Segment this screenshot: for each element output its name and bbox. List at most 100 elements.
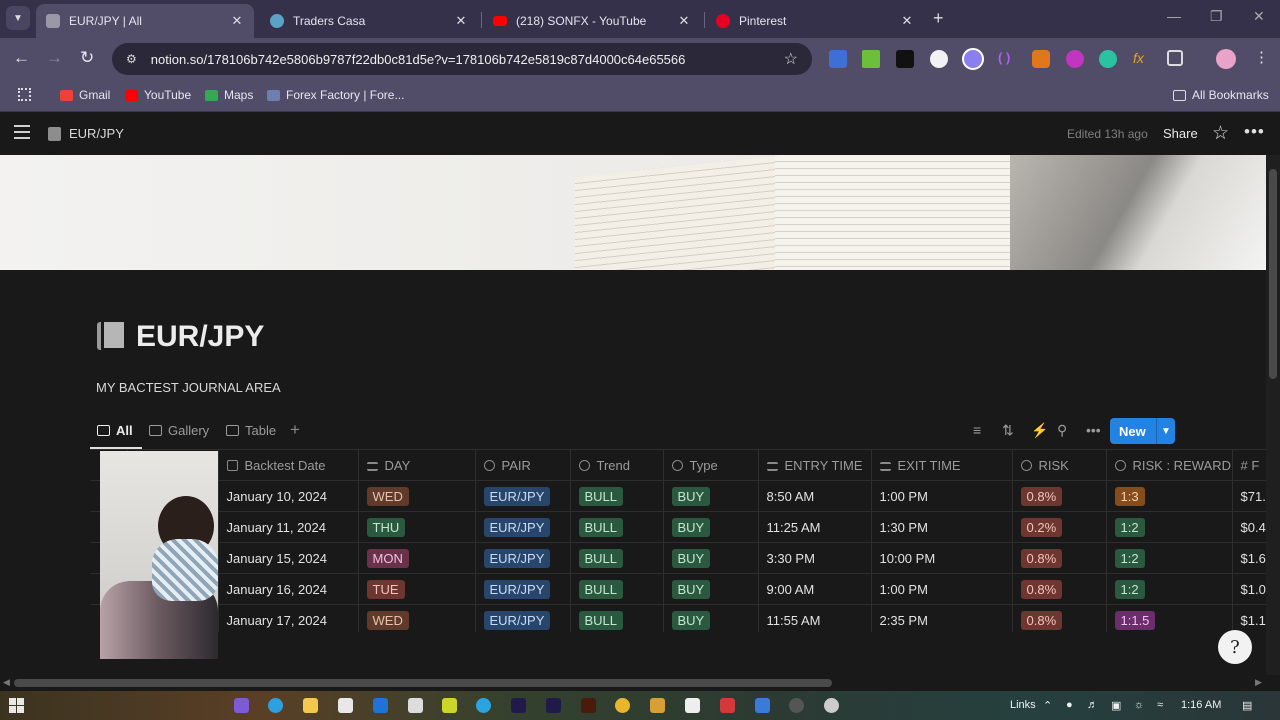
view-tab-table[interactable]: Table <box>226 423 276 438</box>
extension-icon-4[interactable] <box>930 50 948 68</box>
weather-icon[interactable]: ☼ <box>1134 699 1144 711</box>
bookmark-gmail[interactable]: Gmail <box>60 88 110 102</box>
type-cell[interactable]: BUY <box>663 542 759 574</box>
amount-cell[interactable]: $1.0 <box>1232 573 1266 605</box>
chrome-icon[interactable] <box>615 698 630 713</box>
scrollbar-thumb[interactable] <box>1269 169 1277 379</box>
type-cell[interactable]: BUY <box>663 604 759 632</box>
chevron-up-icon[interactable]: ⌃ <box>1043 699 1052 712</box>
page-title-icon[interactable] <box>97 319 127 351</box>
column-header-risk[interactable]: RISK <box>1012 449 1107 481</box>
taskbar-app-icon[interactable] <box>755 698 770 713</box>
risk-reward-cell[interactable]: 1:2 <box>1106 573 1233 605</box>
search-icon[interactable]: ⚲ <box>1057 422 1067 439</box>
exit-time-cell[interactable]: 10:00 PM <box>871 542 1013 574</box>
bookmark-forex-factory[interactable]: Forex Factory | Fore... <box>267 88 404 102</box>
back-arrow-icon[interactable]: ← <box>13 48 30 68</box>
new-tab-plus-icon[interactable]: + <box>933 8 944 29</box>
filter-icon[interactable]: ≡ <box>973 422 981 438</box>
tradingview-icon[interactable] <box>685 698 700 713</box>
risk-cell[interactable]: 0.8% <box>1012 604 1107 632</box>
edge-icon[interactable] <box>268 698 283 713</box>
column-header-pair[interactable]: PAIR <box>475 449 571 481</box>
pair-cell[interactable]: EUR/JPY <box>475 604 571 632</box>
extensions-puzzle-icon[interactable] <box>1167 50 1183 66</box>
backtest-date-cell[interactable]: January 11, 2024 <box>218 511 359 543</box>
pair-cell[interactable]: EUR/JPY <box>475 480 571 512</box>
trend-cell[interactable]: BULL <box>570 480 664 512</box>
extension-icon-6[interactable]: ( ) <box>998 50 1016 68</box>
page-description[interactable]: MY BACTEST JOURNAL AREA <box>96 380 281 395</box>
profile-avatar[interactable] <box>1216 49 1236 69</box>
table-row[interactable]: January 10, 2024 WED EUR/JPY BULL BUY 8:… <box>90 480 1266 512</box>
exit-time-cell[interactable]: 1:00 PM <box>871 480 1013 512</box>
extension-icon-5[interactable] <box>962 48 984 70</box>
add-view-plus-icon[interactable]: + <box>290 420 300 440</box>
trend-cell[interactable]: BULL <box>570 542 664 574</box>
reload-icon[interactable]: ↻ <box>80 48 94 68</box>
extension-icon-3[interactable] <box>896 50 914 68</box>
extension-icon-1[interactable] <box>829 50 847 68</box>
outlook-icon[interactable] <box>373 698 388 713</box>
column-header-number[interactable]: # F <box>1232 449 1266 481</box>
settings-gear-icon[interactable] <box>824 698 839 713</box>
apps-grid-icon[interactable] <box>18 88 31 101</box>
column-header-type[interactable]: Type <box>663 449 759 481</box>
wifi-icon[interactable]: ≈ <box>1157 699 1163 711</box>
trend-cell[interactable]: BULL <box>570 511 664 543</box>
risk-cell[interactable]: 0.8% <box>1012 573 1107 605</box>
trend-cell[interactable]: BULL <box>570 573 664 605</box>
risk-reward-cell[interactable]: 1:3 <box>1106 480 1233 512</box>
window-close-icon[interactable]: ✕ <box>1253 8 1265 25</box>
risk-cell[interactable]: 0.2% <box>1012 511 1107 543</box>
day-cell[interactable]: WED <box>358 604 476 632</box>
links-toolbar[interactable]: Links <box>1010 699 1036 711</box>
view-options-icon[interactable]: ••• <box>1086 422 1101 438</box>
taskbar-app-icon[interactable] <box>650 698 665 713</box>
pair-cell[interactable]: EUR/JPY <box>475 542 571 574</box>
risk-reward-cell[interactable]: 1:2 <box>1106 511 1233 543</box>
type-cell[interactable]: BUY <box>663 480 759 512</box>
share-button[interactable]: Share <box>1163 126 1198 141</box>
risk-reward-cell[interactable]: 1:1.5 <box>1106 604 1233 632</box>
backtest-date-cell[interactable]: January 16, 2024 <box>218 573 359 605</box>
entry-time-cell[interactable]: 8:50 AM <box>758 480 872 512</box>
column-header-day[interactable]: DAY <box>358 449 476 481</box>
backtest-date-cell[interactable]: January 17, 2024 <box>218 604 359 632</box>
tab-youtube[interactable]: (218) SONFX - YouTube ✕ <box>483 4 701 38</box>
bookmark-youtube[interactable]: YouTube <box>125 88 191 102</box>
minimize-icon[interactable]: — <box>1167 8 1181 24</box>
view-tab-gallery[interactable]: Gallery <box>149 423 209 438</box>
favorite-star-icon[interactable]: ☆ <box>1212 122 1229 145</box>
page-title[interactable]: EUR/JPY <box>136 320 264 354</box>
network-icon[interactable]: ▣ <box>1111 699 1121 712</box>
metamask-icon[interactable] <box>1032 50 1050 68</box>
column-header-exit-time[interactable]: EXIT TIME <box>871 449 1013 481</box>
exit-time-cell[interactable]: 1:30 PM <box>871 511 1013 543</box>
table-row[interactable]: January 15, 2024 MON EUR/JPY BULL BUY 3:… <box>90 542 1266 574</box>
risk-cell[interactable]: 0.8% <box>1012 542 1107 574</box>
taskbar-app-icon[interactable] <box>720 698 735 713</box>
taskbar-app-icon[interactable] <box>442 698 457 713</box>
more-options-icon[interactable]: ••• <box>1244 122 1265 142</box>
risk-reward-cell[interactable]: 1:2 <box>1106 542 1233 574</box>
type-cell[interactable]: BUY <box>663 573 759 605</box>
breadcrumb[interactable]: EUR/JPY <box>69 126 124 141</box>
table-row[interactable]: January 16, 2024 TUE EUR/JPY BULL BUY 9:… <box>90 573 1266 605</box>
extension-icon-2[interactable] <box>862 50 880 68</box>
vertical-scrollbar[interactable] <box>1266 155 1280 675</box>
column-header-risk-reward[interactable]: RISK : REWARD <box>1106 449 1233 481</box>
illustrator-icon[interactable] <box>581 698 596 713</box>
chevron-down-icon[interactable]: ▼ <box>1156 418 1175 444</box>
volume-icon[interactable]: ♬ <box>1087 699 1098 711</box>
chrome-menu-icon[interactable]: ⋮ <box>1254 48 1269 66</box>
notifications-icon[interactable]: ▤ <box>1242 699 1252 712</box>
day-cell[interactable]: TUE <box>358 573 476 605</box>
site-settings-icon[interactable]: ⚙ <box>126 52 137 66</box>
microphone-icon[interactable]: ● <box>1066 699 1073 711</box>
amount-cell[interactable]: $71. <box>1232 480 1266 512</box>
premiere-icon[interactable] <box>546 698 561 713</box>
extension-icon-8[interactable] <box>1066 50 1084 68</box>
help-icon[interactable]: ? <box>1218 630 1252 664</box>
close-tab-icon[interactable]: ✕ <box>677 13 691 29</box>
